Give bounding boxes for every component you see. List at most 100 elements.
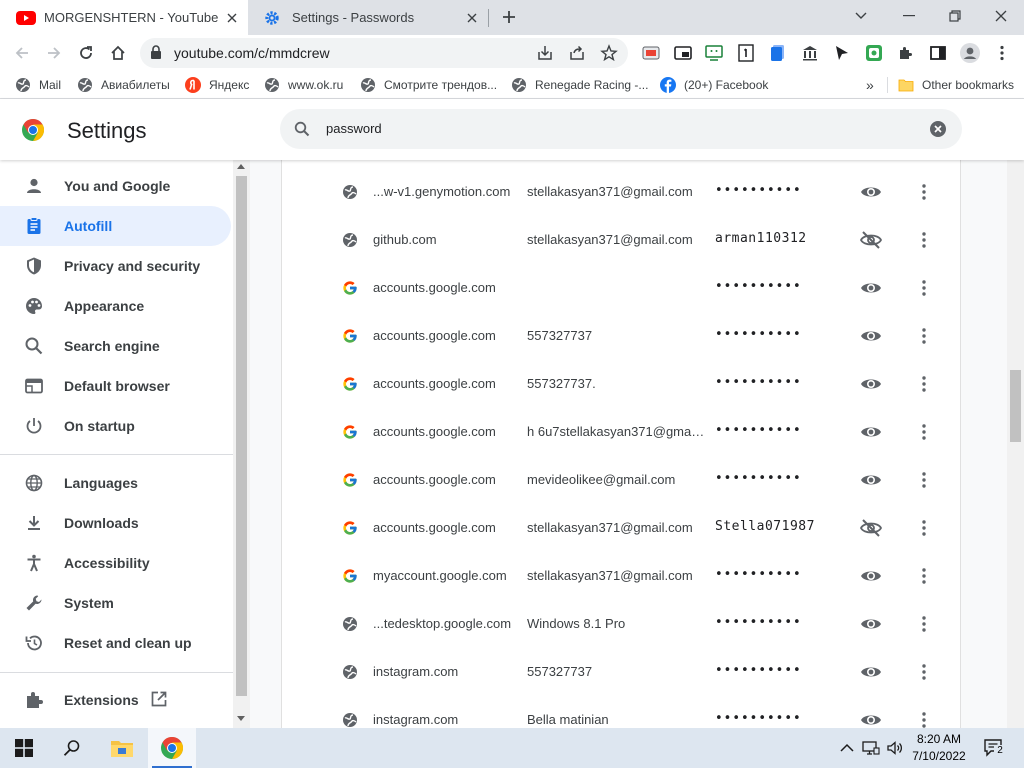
taskbar-search-button[interactable] xyxy=(48,728,96,768)
show-password-icon[interactable] xyxy=(860,182,882,202)
profile-avatar[interactable] xyxy=(960,43,980,63)
show-password-icon[interactable] xyxy=(860,374,882,394)
side-panel-icon[interactable] xyxy=(928,43,948,63)
more-actions-icon[interactable] xyxy=(914,230,934,250)
password-site[interactable]: accounts.google.com xyxy=(373,376,523,391)
green-extension-icon[interactable] xyxy=(864,43,884,63)
main-scrollbar[interactable] xyxy=(1007,160,1024,728)
forward-button[interactable] xyxy=(40,39,68,67)
more-actions-icon[interactable] xyxy=(914,278,934,298)
cast-extension-icon[interactable] xyxy=(641,43,661,63)
back-button[interactable] xyxy=(8,39,36,67)
home-button[interactable] xyxy=(104,39,132,67)
show-password-icon[interactable] xyxy=(860,470,882,490)
action-center-icon[interactable]: 2 xyxy=(984,739,1006,757)
lock-icon[interactable] xyxy=(150,45,162,60)
bookmark-star-icon[interactable] xyxy=(600,44,618,62)
volume-icon[interactable] xyxy=(886,739,904,757)
clear-search-icon[interactable] xyxy=(930,121,946,137)
bookmark-ok[interactable]: www.ok.ru xyxy=(264,75,343,95)
show-password-icon[interactable] xyxy=(860,710,882,728)
bookmark-aviabilety[interactable]: Авиабилеты xyxy=(77,75,170,95)
bookmark-facebook[interactable]: (20+) Facebook xyxy=(660,75,768,95)
bookmark-yandex[interactable]: Яндекс xyxy=(185,75,249,95)
extensions-puzzle-icon[interactable] xyxy=(896,43,916,63)
show-password-icon[interactable] xyxy=(860,566,882,586)
file-explorer-button[interactable] xyxy=(98,728,146,768)
hide-password-icon[interactable] xyxy=(860,518,882,538)
restore-button[interactable] xyxy=(932,0,978,32)
address-bar[interactable]: youtube.com/c/mmdcrew xyxy=(140,38,628,68)
password-site[interactable]: accounts.google.com xyxy=(373,328,523,343)
show-password-icon[interactable] xyxy=(860,422,882,442)
password-site[interactable]: github.com xyxy=(373,232,523,247)
password-site[interactable]: myaccount.google.com xyxy=(373,568,523,583)
reload-button[interactable] xyxy=(72,39,100,67)
close-tab-icon[interactable] xyxy=(460,6,484,30)
show-hidden-icons-icon[interactable] xyxy=(838,739,856,757)
more-bookmarks-button[interactable]: » xyxy=(866,75,874,95)
more-actions-icon[interactable] xyxy=(914,422,934,442)
sidebar-item-reset[interactable]: Reset and clean up xyxy=(0,623,231,663)
more-actions-icon[interactable] xyxy=(914,470,934,490)
hide-password-icon[interactable] xyxy=(860,230,882,250)
sidebar-item-on-startup[interactable]: On startup xyxy=(0,406,231,446)
password-site[interactable]: instagram.com xyxy=(373,712,523,727)
share-icon[interactable] xyxy=(568,44,586,62)
sidebar-item-privacy[interactable]: Privacy and security xyxy=(0,246,231,286)
counter-extension-icon[interactable] xyxy=(736,43,756,63)
show-password-icon[interactable] xyxy=(860,278,882,298)
settings-search-input[interactable]: password xyxy=(280,109,962,149)
sidebar-item-extensions[interactable]: Extensions xyxy=(0,680,231,720)
close-window-button[interactable] xyxy=(978,0,1024,32)
chrome-taskbar-button[interactable] xyxy=(148,728,196,768)
password-site[interactable]: ...w-v1.genymotion.com xyxy=(373,184,523,199)
system-clock[interactable]: 8:20 AM 7/10/2022 xyxy=(906,731,972,765)
install-app-icon[interactable] xyxy=(536,44,554,62)
more-actions-icon[interactable] xyxy=(914,614,934,634)
sidebar-scrollbar[interactable] xyxy=(233,160,250,728)
sidebar-item-autofill[interactable]: Autofill xyxy=(0,206,231,246)
password-site[interactable]: instagram.com xyxy=(373,664,523,679)
scroll-up-arrow[interactable] xyxy=(237,164,245,169)
bookmark-renegade-racing[interactable]: Renegade Racing -... xyxy=(511,75,648,95)
more-actions-icon[interactable] xyxy=(914,710,934,728)
sidebar-item-system[interactable]: System xyxy=(0,583,231,623)
picture-in-picture-icon[interactable] xyxy=(673,43,693,63)
show-password-icon[interactable] xyxy=(860,662,882,682)
more-actions-icon[interactable] xyxy=(914,326,934,346)
new-tab-button[interactable] xyxy=(496,4,522,30)
show-password-icon[interactable] xyxy=(860,326,882,346)
password-site[interactable]: accounts.google.com xyxy=(373,520,523,535)
show-password-icon[interactable] xyxy=(860,614,882,634)
tab-settings-passwords[interactable]: Settings - Passwords xyxy=(248,0,488,35)
sidebar-item-downloads[interactable]: Downloads xyxy=(0,503,231,543)
password-site[interactable]: accounts.google.com xyxy=(373,472,523,487)
password-site[interactable]: accounts.google.com xyxy=(373,280,523,295)
scrollbar-thumb[interactable] xyxy=(236,176,247,696)
bookmark-mail[interactable]: Mail xyxy=(15,75,61,95)
tab-search-icon[interactable] xyxy=(838,0,884,32)
more-actions-icon[interactable] xyxy=(914,662,934,682)
start-button[interactable] xyxy=(0,728,48,768)
more-actions-icon[interactable] xyxy=(914,182,934,202)
sidebar-item-default-browser[interactable]: Default browser xyxy=(0,366,231,406)
bookmark-trends[interactable]: Смотрите трендов... xyxy=(360,75,497,95)
sidebar-item-search-engine[interactable]: Search engine xyxy=(0,326,231,366)
screen-extension-icon[interactable] xyxy=(704,43,724,63)
tab-youtube[interactable]: MORGENSHTERN - YouTube xyxy=(0,0,248,35)
password-site[interactable]: accounts.google.com xyxy=(373,424,523,439)
more-actions-icon[interactable] xyxy=(914,566,934,586)
chrome-menu-icon[interactable] xyxy=(992,43,1012,63)
more-actions-icon[interactable] xyxy=(914,374,934,394)
sidebar-item-languages[interactable]: Languages xyxy=(0,463,231,503)
bank-extension-icon[interactable] xyxy=(800,43,820,63)
sidebar-item-you-and-google[interactable]: You and Google xyxy=(0,166,231,206)
network-icon[interactable] xyxy=(862,739,880,757)
cursor-extension-icon[interactable] xyxy=(832,43,852,63)
sidebar-item-accessibility[interactable]: Accessibility xyxy=(0,543,231,583)
scrollbar-thumb[interactable] xyxy=(1010,370,1021,442)
minimize-button[interactable] xyxy=(886,0,932,32)
sidebar-item-appearance[interactable]: Appearance xyxy=(0,286,231,326)
docs-extension-icon[interactable] xyxy=(768,43,788,63)
